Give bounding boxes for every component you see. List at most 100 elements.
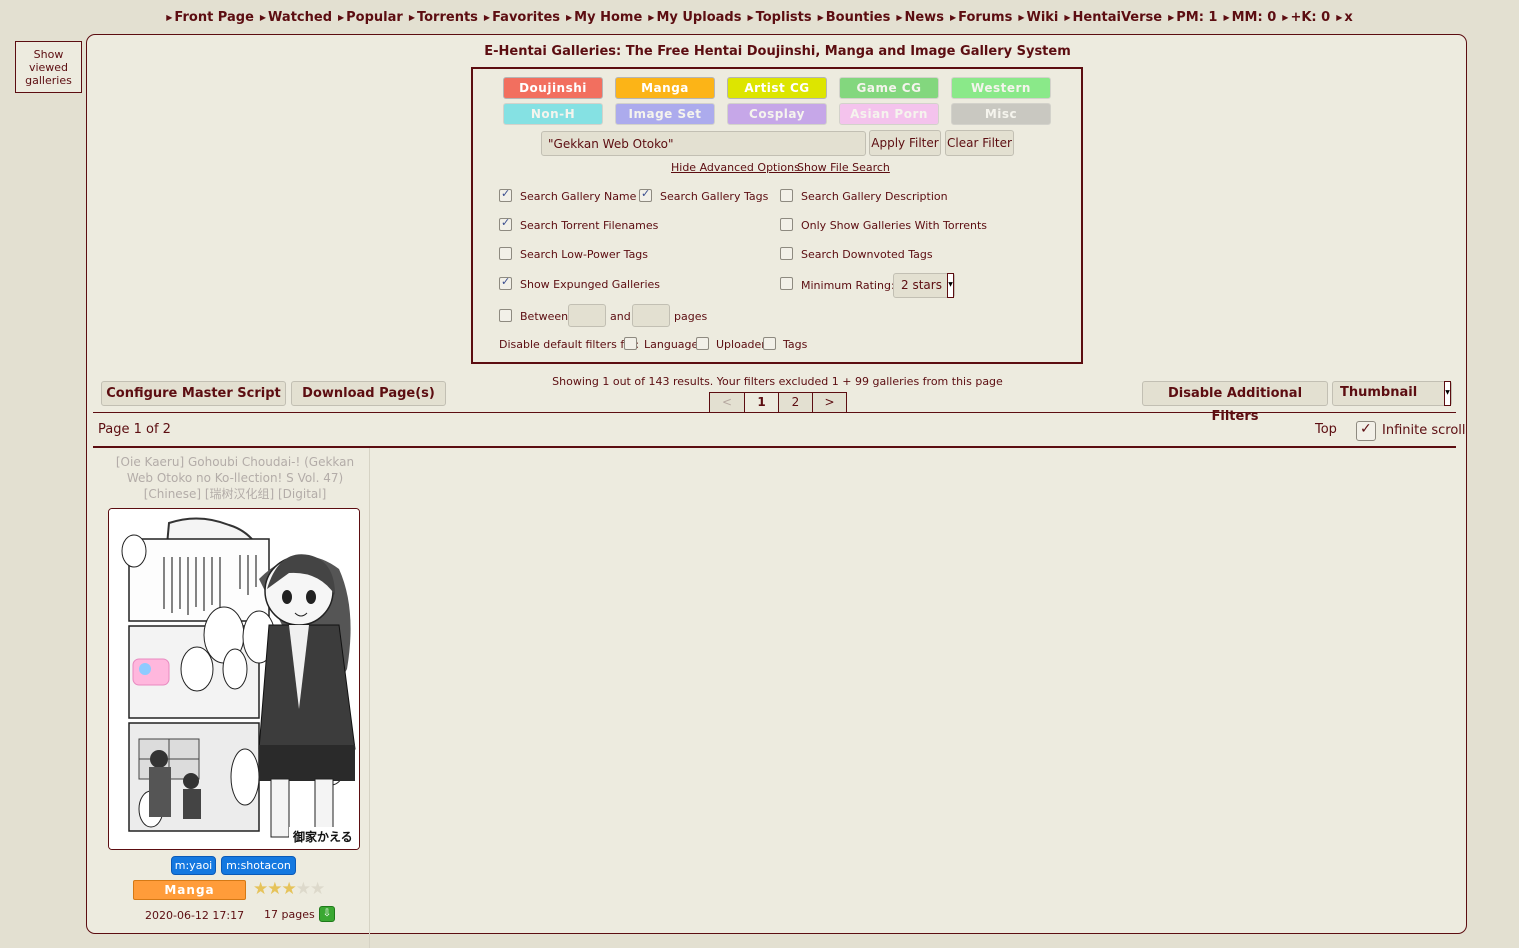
nav-arrow-icon: ▶ xyxy=(1223,13,1230,22)
nav-item-my-home[interactable]: ▶ My Home xyxy=(566,10,642,25)
page-link[interactable]: < xyxy=(710,393,744,412)
disable-uploader-checkbox[interactable] xyxy=(696,337,709,350)
star-icon: ★ xyxy=(295,879,311,899)
nav-item-forums[interactable]: ▶ Forums xyxy=(950,10,1012,25)
nav-item-x[interactable]: ▶ x xyxy=(1336,10,1353,25)
nav-item-watched[interactable]: ▶ Watched xyxy=(260,10,332,25)
nav-item-my-uploads[interactable]: ▶ My Uploads xyxy=(648,10,741,25)
page-link[interactable]: 2 xyxy=(778,393,812,412)
nav-item-label: News xyxy=(904,10,944,25)
search-gallery-name-checkbox[interactable] xyxy=(499,187,512,202)
nav-arrow-icon: ▶ xyxy=(817,13,824,22)
disable-additional-filters-button[interactable]: Disable Additional Filters xyxy=(1142,381,1328,424)
min-pages-input[interactable] xyxy=(568,304,606,327)
minimum-rating-select[interactable]: 2 stars ▼ xyxy=(893,273,955,298)
nav-item-label: Wiki xyxy=(1026,10,1059,25)
nav-item-label: Torrents xyxy=(416,10,478,25)
gallery-thumbnail[interactable]: 御家かえる xyxy=(108,508,360,850)
search-box: Doujinshi Manga Artist CG Game CG Western Non… xyxy=(471,67,1083,364)
between-pages-checkbox[interactable] xyxy=(499,309,512,322)
category-cosplay[interactable]: Cosplay xyxy=(727,103,827,125)
nav-item-label: Popular xyxy=(346,10,403,25)
nav-item-wiki[interactable]: ▶ Wiki xyxy=(1018,10,1058,25)
category-misc[interactable]: Misc xyxy=(951,103,1051,125)
category-manga[interactable]: Manga xyxy=(615,77,715,99)
star-icon: ★ xyxy=(310,879,325,899)
nav-arrow-icon: ▶ xyxy=(483,13,491,22)
category-image-set[interactable]: Image Set xyxy=(615,103,715,125)
disable-tags-checkbox[interactable] xyxy=(763,337,776,350)
page-link[interactable]: 1 xyxy=(744,393,778,412)
category-non-h[interactable]: Non-H xyxy=(503,103,603,125)
category-asian-porn[interactable]: Asian Porn xyxy=(839,103,939,125)
show-file-search-link[interactable]: Show File Search xyxy=(797,161,890,174)
nav-item-hentaiverse[interactable]: ▶ HentaiVerse xyxy=(1064,10,1162,25)
search-gallery-tags-checkbox[interactable] xyxy=(639,187,652,202)
category-artist-cg[interactable]: Artist CG xyxy=(727,77,827,99)
view-mode-select[interactable]: Thumbnail ▼ xyxy=(1332,381,1452,406)
show-viewed-galleries-button[interactable]: Show viewed galleries xyxy=(15,41,82,93)
gallery-pages: 17 pages xyxy=(264,908,315,921)
nav-item-label: x xyxy=(1344,10,1353,25)
page-link[interactable]: > xyxy=(812,393,846,412)
gallery-card: [Oie Kaeru] Gohoubi Choudai-! (Gekkan We… xyxy=(98,448,370,948)
category-game-cg[interactable]: Game CG xyxy=(839,77,939,99)
nav-arrow-icon: ▶ xyxy=(648,13,655,22)
nav-arrow-icon: ▶ xyxy=(1064,13,1071,22)
category-doujinshi[interactable]: Doujinshi xyxy=(503,77,603,99)
main-content: E-Hentai Galleries: The Free Hentai Douj… xyxy=(86,34,1467,948)
nav-item-bounties[interactable]: ▶ Bounties xyxy=(818,10,891,25)
nav-arrow-icon: ▶ xyxy=(338,13,345,22)
rating-value: 2 stars xyxy=(901,278,942,292)
infinite-scroll-checkbox[interactable] xyxy=(1356,421,1376,441)
nav-item-popular[interactable]: ▶ Popular xyxy=(338,10,403,25)
gallery-title[interactable]: [Oie Kaeru] Gohoubi Choudai-! (Gekkan We… xyxy=(102,454,368,502)
search-gallery-description-checkbox[interactable] xyxy=(780,189,793,202)
apply-filter-button[interactable]: Apply Filter xyxy=(869,130,941,156)
nav-item-label: Toplists xyxy=(755,10,812,25)
pagination: <1 2 > xyxy=(709,392,847,413)
nav-item-torrents[interactable]: ▶ Torrents xyxy=(409,10,478,25)
top-link[interactable]: Top xyxy=(1315,422,1337,437)
nav-item-news[interactable]: ▶ News xyxy=(896,10,944,25)
torrent-download-icon[interactable]: ⇩ xyxy=(319,906,335,922)
nav-item-favorites[interactable]: ▶ Favorites xyxy=(484,10,560,25)
nav-item-label: My Home xyxy=(574,10,643,25)
search-low-power-tags-checkbox[interactable] xyxy=(499,247,512,260)
nav-arrow-icon: ▶ xyxy=(1336,13,1343,22)
max-pages-input[interactable] xyxy=(632,304,670,327)
nav-item-label: Favorites xyxy=(492,10,560,25)
nav-item-pm-1[interactable]: ▶ PM: 1 xyxy=(1168,10,1217,25)
search-torrent-filenames-label: Search Torrent Filenames xyxy=(520,219,659,232)
search-input[interactable] xyxy=(541,131,866,156)
tag-yaoi[interactable]: m:yaoi xyxy=(171,856,216,875)
tag-shotacon[interactable]: m:shotacon xyxy=(221,856,296,875)
show-expunged-checkbox[interactable] xyxy=(499,275,512,290)
disable-language-checkbox[interactable] xyxy=(624,337,637,350)
search-gallery-description-label: Search Gallery Description xyxy=(801,190,948,203)
nav-arrow-icon: ▶ xyxy=(747,13,754,22)
nav-item-k-0[interactable]: ▶ +K: 0 xyxy=(1282,10,1330,25)
nav-item-mm-0[interactable]: ▶ MM: 0 xyxy=(1223,10,1276,25)
gallery-date: 2020-06-12 17:17 xyxy=(145,909,245,922)
page-info: Page 1 of 2 xyxy=(98,422,171,437)
nav-item-toplists[interactable]: ▶ Toplists xyxy=(747,10,811,25)
category-western[interactable]: Western xyxy=(951,77,1051,99)
only-show-torrents-checkbox[interactable] xyxy=(780,218,793,231)
disable-default-filters-label: Disable default filters for: xyxy=(499,338,639,351)
gallery-category[interactable]: Manga xyxy=(133,880,246,900)
hide-advanced-options-link[interactable]: Hide Advanced Options xyxy=(671,161,800,174)
nav-item-front-page[interactable]: ▶ Front Page xyxy=(166,10,254,25)
tags-label: Tags xyxy=(783,338,808,351)
search-torrent-filenames-checkbox[interactable] xyxy=(499,216,512,231)
uploader-label: Uploader xyxy=(716,338,766,351)
search-downvoted-tags-checkbox[interactable] xyxy=(780,247,793,260)
nav-arrow-icon: ▶ xyxy=(1168,13,1175,22)
nav-item-label: MM: 0 xyxy=(1231,10,1277,25)
nav-arrow-icon: ▶ xyxy=(408,13,415,22)
minimum-rating-checkbox[interactable] xyxy=(780,277,793,290)
clear-filter-button[interactable]: Clear Filter xyxy=(945,130,1014,156)
star-icon: ★ xyxy=(281,879,297,899)
nav-item-label: Front Page xyxy=(174,10,254,25)
nav-arrow-icon: ▶ xyxy=(566,13,573,22)
